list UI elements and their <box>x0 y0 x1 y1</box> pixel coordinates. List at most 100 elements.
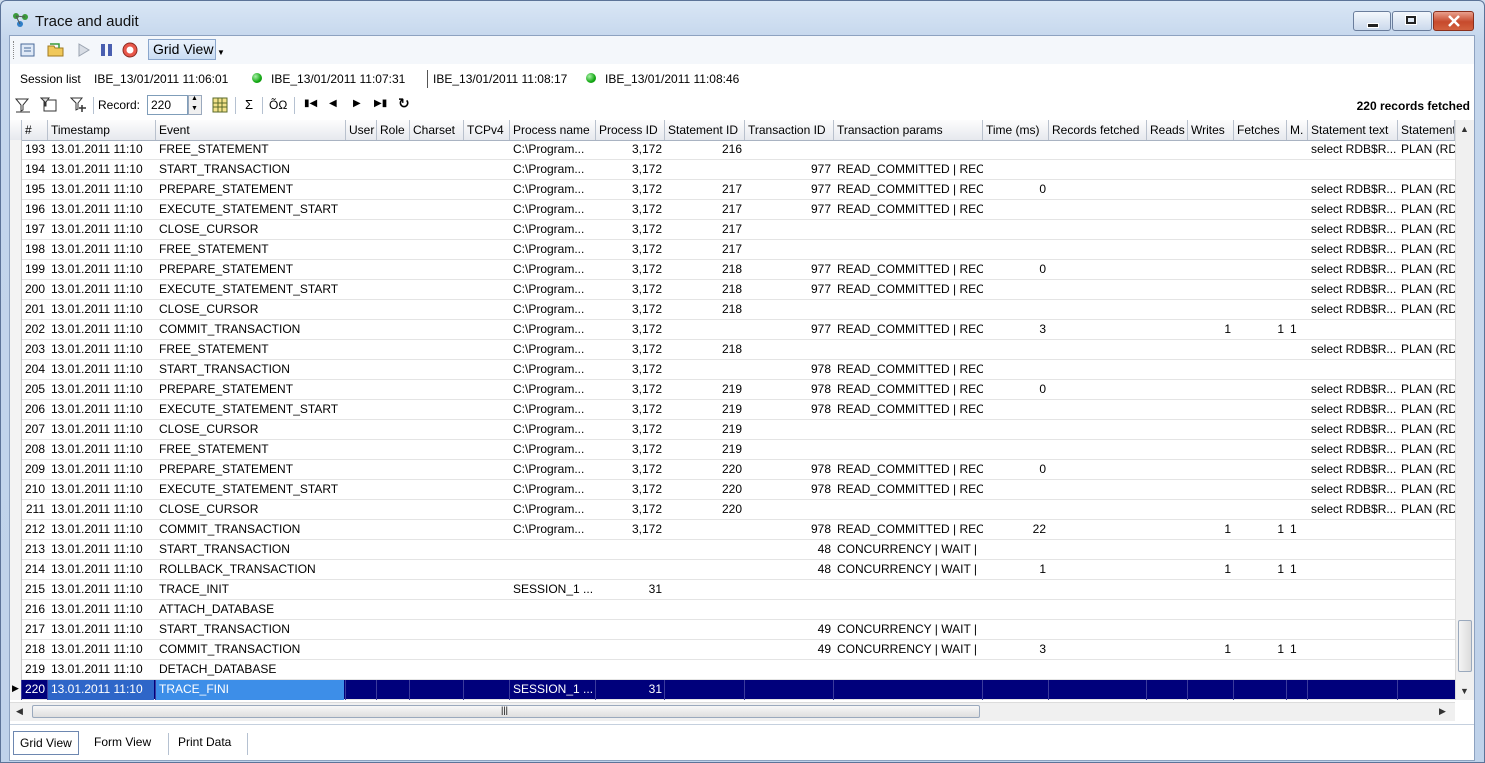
grid-cell[interactable] <box>1234 620 1287 640</box>
grid-cell[interactable]: 3,172 <box>596 220 665 240</box>
grid-cell[interactable]: 3 <box>983 320 1049 340</box>
grid-cell[interactable] <box>464 140 510 160</box>
last-record-icon[interactable]: ▶▮ <box>374 98 387 109</box>
column-header[interactable]: Time (ms) <box>983 120 1049 140</box>
grid-cell[interactable]: 217 <box>22 620 48 640</box>
grid-cell[interactable]: PLAN (RD <box>1398 400 1455 420</box>
grid-cell[interactable] <box>1188 280 1234 300</box>
grid-cell[interactable] <box>410 560 464 580</box>
grid-cell[interactable] <box>1147 640 1188 660</box>
grid-cell[interactable] <box>410 660 464 680</box>
grid-cell[interactable]: READ_COMMITTED | REC <box>834 400 983 420</box>
grid-cell[interactable] <box>1308 320 1398 340</box>
grid-cell[interactable]: C:\Program... <box>510 280 596 300</box>
grid-cell[interactable]: 3,172 <box>596 520 665 540</box>
session-tab-3[interactable]: IBE_13/01/2011 11:08:17 <box>433 72 567 86</box>
grid-cell[interactable] <box>1234 380 1287 400</box>
grid-cell[interactable] <box>410 500 464 520</box>
grid-cell[interactable]: 13.01.2011 11:10 <box>48 480 156 500</box>
grid-cell[interactable] <box>596 600 665 620</box>
grid-cell[interactable] <box>346 420 377 440</box>
grid-cell[interactable]: select RDB$R... <box>1308 460 1398 480</box>
grid-cell[interactable]: 3,172 <box>596 320 665 340</box>
scroll-down-icon[interactable]: ▼ <box>1460 686 1469 696</box>
grid-cell[interactable]: 3,172 <box>596 280 665 300</box>
grid-cell[interactable]: 13.01.2011 11:10 <box>48 660 156 680</box>
grid-cell[interactable] <box>464 300 510 320</box>
grid-cell[interactable] <box>377 220 410 240</box>
grid-cell[interactable]: 978 <box>745 520 834 540</box>
grid-cell[interactable] <box>346 400 377 420</box>
grid-cell[interactable] <box>596 620 665 640</box>
grid-cell[interactable] <box>1234 400 1287 420</box>
grid-cell[interactable]: START_TRANSACTION <box>156 620 346 640</box>
grid-cell[interactable] <box>1188 400 1234 420</box>
grid-cell[interactable]: select RDB$R... <box>1308 300 1398 320</box>
grid-cell[interactable] <box>834 240 983 260</box>
grid-cell[interactable]: select RDB$R... <box>1308 280 1398 300</box>
grid-cell[interactable]: PLAN (RD <box>1398 220 1455 240</box>
grid-cell[interactable] <box>1188 180 1234 200</box>
grid-cell[interactable]: COMMIT_TRANSACTION <box>156 320 346 340</box>
grid-cell[interactable] <box>1147 520 1188 540</box>
row-indicator[interactable] <box>10 260 22 280</box>
grid-cell[interactable] <box>1147 260 1188 280</box>
grid-cell[interactable]: 217 <box>665 200 745 220</box>
grid-cell[interactable] <box>346 460 377 480</box>
grid-cell[interactable] <box>510 660 596 680</box>
grid-cell[interactable] <box>346 340 377 360</box>
grid-cell[interactable] <box>377 680 410 700</box>
grid-cell[interactable]: select RDB$R... <box>1308 500 1398 520</box>
grid-cell[interactable] <box>1188 500 1234 520</box>
grid-cell[interactable] <box>410 360 464 380</box>
grid-cell[interactable]: 1 <box>1287 560 1308 580</box>
grid-cell[interactable]: ATTACH_DATABASE <box>156 600 346 620</box>
vertical-scroll-thumb[interactable] <box>1458 620 1472 672</box>
grid-cell[interactable]: 13.01.2011 11:10 <box>48 600 156 620</box>
grid-cell[interactable]: FREE_STATEMENT <box>156 240 346 260</box>
grid-cell[interactable]: 13.01.2011 11:10 <box>48 420 156 440</box>
grid-cell[interactable] <box>1398 620 1455 640</box>
grid-cell[interactable] <box>464 220 510 240</box>
grid-cell[interactable]: PREPARE_STATEMENT <box>156 260 346 280</box>
grid-cell[interactable]: 3,172 <box>596 180 665 200</box>
grid-cell[interactable] <box>1147 600 1188 620</box>
grid-cell[interactable] <box>346 200 377 220</box>
grid-cell[interactable]: CLOSE_CURSOR <box>156 220 346 240</box>
grid-cell[interactable]: READ_COMMITTED | REC <box>834 480 983 500</box>
grid-cell[interactable]: C:\Program... <box>510 380 596 400</box>
grid-cell[interactable] <box>346 320 377 340</box>
grid-cell[interactable]: C:\Program... <box>510 500 596 520</box>
grid-cell[interactable] <box>346 240 377 260</box>
grid-cell[interactable]: 22 <box>983 520 1049 540</box>
grid-cell[interactable] <box>1398 580 1455 600</box>
grid-cell[interactable]: 3,172 <box>596 420 665 440</box>
grid-cell[interactable]: START_TRANSACTION <box>156 540 346 560</box>
grid-cell[interactable] <box>377 460 410 480</box>
grid-cell[interactable] <box>377 260 410 280</box>
grid-cell[interactable]: 219 <box>22 660 48 680</box>
grid-cell[interactable]: select RDB$R... <box>1308 220 1398 240</box>
grid-cell[interactable] <box>1049 420 1147 440</box>
grid-cell[interactable]: 978 <box>745 360 834 380</box>
grid-cell[interactable] <box>346 160 377 180</box>
row-indicator[interactable] <box>10 300 22 320</box>
grid-cell[interactable] <box>377 560 410 580</box>
open-folder-icon[interactable] <box>47 41 65 59</box>
grid-cell[interactable] <box>665 160 745 180</box>
grid-cell[interactable]: C:\Program... <box>510 440 596 460</box>
grid-cell[interactable] <box>983 500 1049 520</box>
grid-cell[interactable] <box>377 160 410 180</box>
grid-cell[interactable] <box>745 300 834 320</box>
grid-cell[interactable] <box>410 320 464 340</box>
grid-cell[interactable] <box>1188 460 1234 480</box>
grid-cell[interactable] <box>1287 300 1308 320</box>
grid-cell[interactable]: 13.01.2011 11:10 <box>48 280 156 300</box>
grid-cell[interactable]: SESSION_1 ... <box>510 680 596 700</box>
grid-cell[interactable] <box>834 420 983 440</box>
grid-cell[interactable] <box>377 420 410 440</box>
grid-cell[interactable]: START_TRANSACTION <box>156 160 346 180</box>
grid-cell[interactable]: 193 <box>22 140 48 160</box>
scroll-left-icon[interactable]: ◀ <box>16 706 23 717</box>
grid-cell[interactable]: 202 <box>22 320 48 340</box>
